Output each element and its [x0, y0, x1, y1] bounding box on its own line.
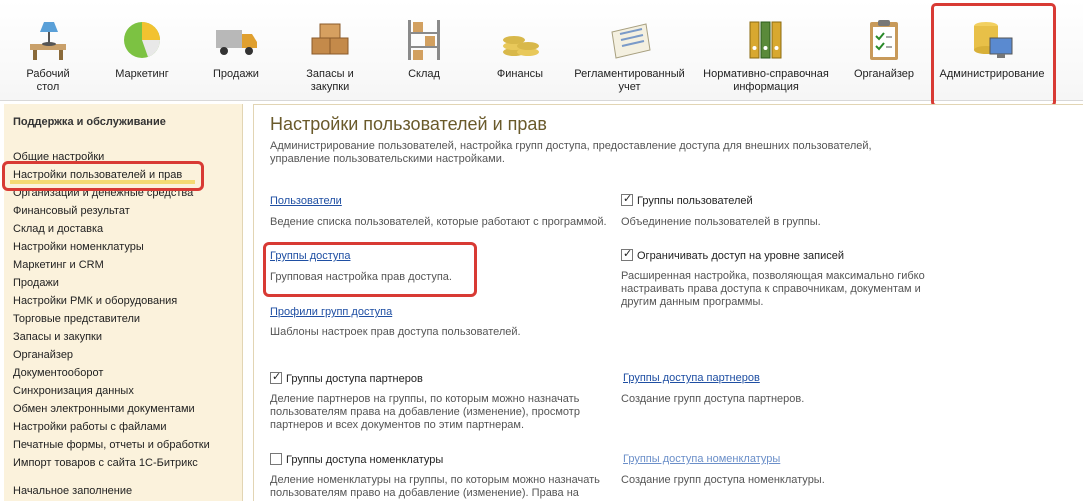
toolbar-item-warehouse[interactable]: Склад [394, 18, 454, 100]
sidebar-item-initial-fill[interactable]: Начальное заполнение [13, 485, 132, 497]
user-groups-checkbox[interactable]: Группы пользователей [621, 192, 753, 207]
partner-groups-description: Деление партнеров на группы, по которым … [270, 393, 580, 431]
sidebar-item-financial-result[interactable]: Финансовый результат [13, 202, 210, 220]
toolbar-item-organizer[interactable]: Органайзер [848, 18, 920, 100]
page-title: Настройки пользователей и прав [270, 114, 547, 134]
checkbox-label: Группы доступа номенклатуры [286, 454, 444, 466]
user-groups-description: Объединение пользователей в группы. [621, 216, 821, 228]
partner-groups-checkbox[interactable]: Группы доступа партнеров [270, 370, 423, 385]
toolbar-label: Склад [408, 68, 440, 80]
truck-icon [216, 30, 257, 55]
nomenclature-groups-link-description: Создание групп доступа номенклатуры. [621, 474, 825, 486]
toolbar-label: Рабочий стол [26, 68, 70, 93]
toolbar-label: Продажи [213, 68, 259, 80]
toolbar-label: Запасы и закупки [306, 68, 354, 93]
users-description: Ведение списка пользователей, которые ра… [270, 216, 607, 228]
nomenclature-groups-checkbox[interactable]: Группы доступа номенклатуры [270, 453, 443, 466]
toolbar-label: Финансы [496, 68, 544, 80]
clipboard-icon [870, 20, 898, 60]
main-panel: Настройки пользователей и прав Администр… [253, 104, 1083, 501]
toolbar-item-inventory[interactable]: Запасы и закупки [298, 18, 362, 100]
sidebar-item-pos-equipment[interactable]: Настройки РМК и оборудования [13, 292, 210, 310]
partner-groups-link[interactable]: Группы доступа партнеров [623, 372, 760, 384]
sidebar-item-nomenclature[interactable]: Настройки номенклатуры [13, 238, 210, 256]
sidebar-item-marketing-crm[interactable]: Маркетинг и CRM [13, 256, 210, 274]
toolbar-item-marketing[interactable]: Маркетинг [110, 18, 174, 100]
toolbar-label: Регламентированный учет [574, 68, 685, 93]
checkbox-mark [270, 370, 282, 384]
sidebar-title: Поддержка и обслуживание [13, 116, 166, 128]
profiles-description: Шаблоны настроек прав доступа пользовате… [270, 326, 521, 338]
pie-chart-icon [124, 22, 161, 58]
highlight-administration [931, 3, 1056, 107]
record-level-description: Расширенная настройка, позволяющая макси… [621, 270, 925, 308]
toolbar-label: Маркетинг [115, 68, 169, 80]
sidebar-item-sales[interactable]: Продажи [13, 274, 210, 292]
sidebar-item-data-sync[interactable]: Синхронизация данных [13, 382, 210, 400]
toolbar-item-reference-info[interactable]: Нормативно-справочная информация [700, 18, 832, 100]
users-link[interactable]: Пользователи [270, 195, 342, 207]
checkbox-label: Группы пользователей [637, 195, 753, 207]
sidebar-item-print-forms[interactable]: Печатные формы, отчеты и обработки [13, 436, 210, 454]
toolbar-item-sales[interactable]: Продажи [206, 18, 266, 100]
sidebar-item-document-flow[interactable]: Документооборот [13, 364, 210, 382]
desk-icon [30, 22, 66, 60]
sidebar-item-trade-reps[interactable]: Торговые представители [13, 310, 210, 328]
sidebar-item-inventory[interactable]: Запасы и закупки [13, 328, 210, 346]
shelf-icon [408, 20, 440, 60]
toolbar-label: Органайзер [853, 68, 915, 80]
toolbar-label: Нормативно-справочная информация [703, 68, 829, 93]
toolbar-item-regulated-accounting[interactable]: Регламентированный учет [571, 18, 688, 100]
checkbox-mark [270, 453, 282, 465]
checkbox-label: Ограничивать доступ на уровне записей [637, 250, 845, 262]
sidebar-nav: Общие настройки Настройки пользователей … [13, 148, 210, 472]
record-level-checkbox[interactable]: Ограничивать доступ на уровне записей [621, 247, 845, 262]
partner-groups-link-description: Создание групп доступа партнеров. [621, 393, 805, 405]
sidebar-item-file-settings[interactable]: Настройки работы с файлами [13, 418, 210, 436]
checkbox-label: Группы доступа партнеров [286, 373, 423, 385]
nomenclature-groups-link[interactable]: Группы доступа номенклатуры [623, 453, 780, 465]
sidebar-item-bitrix-import[interactable]: Импорт товаров с сайта 1С-Битрикс [13, 454, 210, 472]
highlight-user-rights [2, 161, 204, 191]
toolbar-item-desktop[interactable]: Рабочий стол [18, 18, 78, 100]
highlight-access-groups [263, 242, 477, 297]
report-icon [610, 23, 651, 59]
boxes-icon [311, 23, 349, 55]
checkbox-mark [621, 247, 633, 261]
coins-icon [503, 36, 539, 56]
sidebar-item-organizer[interactable]: Органайзер [13, 346, 210, 364]
checkbox-mark [621, 192, 633, 206]
page-description: Администрирование пользователей, настрой… [270, 140, 872, 165]
profiles-link[interactable]: Профили групп доступа [270, 306, 392, 318]
sidebar-item-edi[interactable]: Обмен электронными документами [13, 400, 210, 418]
toolbar-item-finance[interactable]: Финансы [488, 18, 552, 100]
nomenclature-groups-description: Деление номенклатуры на группы, по котор… [270, 474, 600, 499]
sidebar-item-warehouse-delivery[interactable]: Склад и доставка [13, 220, 210, 238]
main-toolbar: Рабочий стол Маркетинг Продажи Запасы и … [0, 0, 1083, 101]
binders-icon [749, 21, 782, 59]
